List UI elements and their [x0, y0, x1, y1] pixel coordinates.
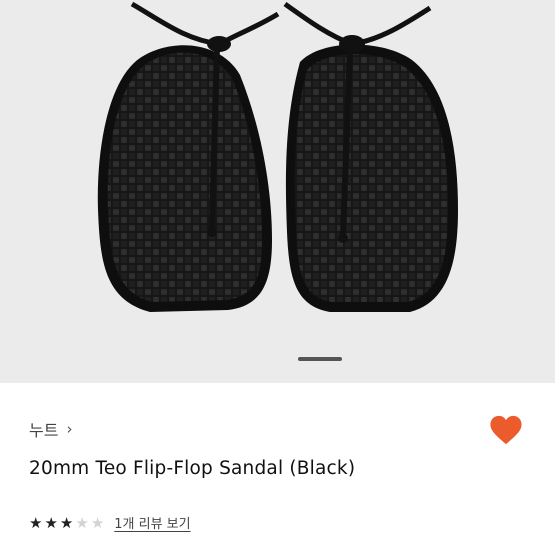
view-reviews-link[interactable]: 1개 리뷰 보기 — [114, 513, 190, 532]
star-empty-icon: ★ — [75, 513, 89, 532]
right-sandal — [283, 1, 458, 313]
star-filled-icon: ★ — [44, 513, 58, 532]
star-filled-icon: ★ — [59, 513, 74, 532]
product-image — [97, 1, 458, 313]
product-info: 누트 › 20mm Teo Flip-Flop Sandal (Black) ★… — [0, 383, 555, 555]
brand-link[interactable]: 누트 › — [29, 417, 72, 441]
star-filled-icon: ★ — [29, 513, 43, 532]
gallery-page-indicator[interactable] — [298, 357, 342, 361]
product-title: 20mm Teo Flip-Flop Sandal (Black) — [29, 458, 356, 479]
product-image-gallery[interactable] — [0, 0, 555, 383]
left-sandal — [97, 1, 280, 313]
chevron-right-icon: › — [66, 420, 73, 438]
heart-icon[interactable] — [489, 414, 523, 446]
star-empty-icon: ★ — [90, 513, 105, 532]
brand-name: 누트 — [29, 421, 59, 440]
star-rating: ★ ★ ★ ★ ★ — [29, 515, 106, 531]
rating-row: ★ ★ ★ ★ ★ 1개 리뷰 보기 — [29, 513, 191, 533]
